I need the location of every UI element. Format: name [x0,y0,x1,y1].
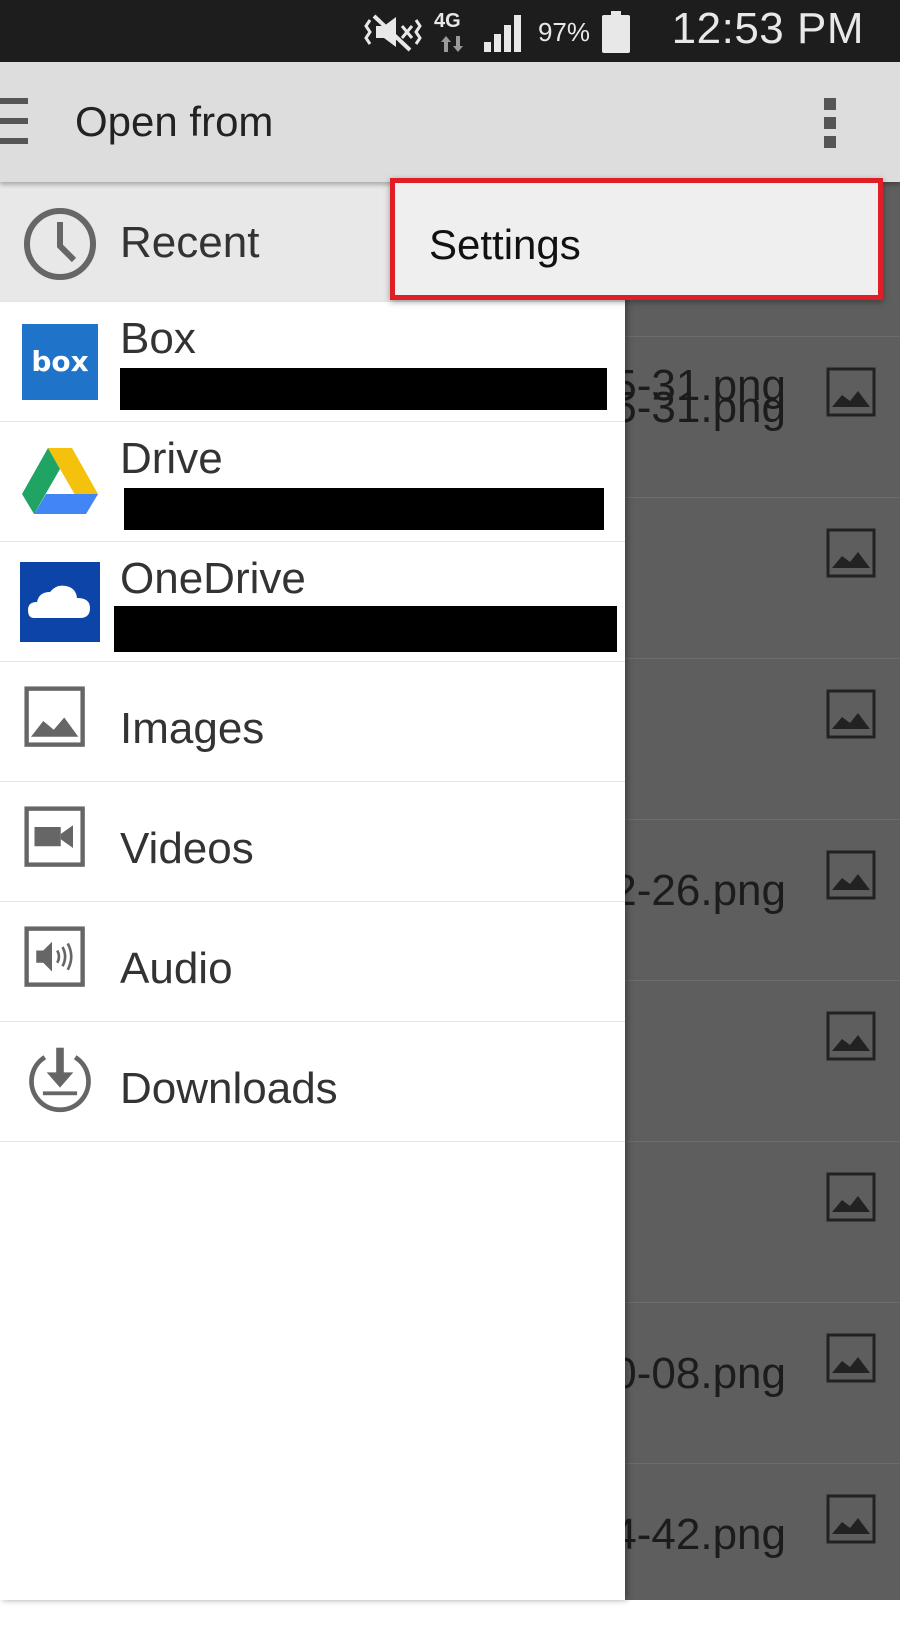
overflow-menu-icon[interactable] [820,98,840,150]
audio-icon [24,926,85,987]
clock: 12:53 PM [671,4,864,53]
file-name: 4-42.png [612,1510,786,1559]
redacted-account [114,606,617,652]
file-name: 5-31.png [612,383,786,432]
battery-icon [602,11,630,53]
navigation-drawer: Recent box Box Drive OneDrive Images Vid… [0,182,625,1600]
menu-item-label: Settings [429,221,581,268]
image-file-icon [826,1333,876,1383]
image-file-icon [826,1172,876,1222]
drawer-item-label: Images [120,704,265,753]
hamburger-menu-icon[interactable] [0,98,28,146]
image-icon [24,686,85,747]
drawer-item-images[interactable]: Images [0,662,625,782]
download-icon [29,1047,91,1113]
box-logo-icon: box [22,324,98,400]
file-name: 0-08.png [612,1349,786,1398]
drawer-item-downloads[interactable]: Downloads [0,1022,625,1142]
data-arrows-icon [440,36,463,52]
drawer-item-drive[interactable]: Drive [0,422,625,542]
drawer-item-label: OneDrive [120,554,306,603]
image-file-icon [826,528,876,578]
menu-item-settings[interactable]: Settings [395,183,878,295]
network-type-indicator: 4G [434,10,470,54]
signal-strength-icon [483,15,521,52]
vibrate-mute-icon [364,14,422,52]
svg-text:box: box [31,345,88,378]
drawer-item-label: Audio [120,944,233,993]
drawer-item-label: Videos [120,824,254,873]
drawer-item-label: Box [120,314,196,363]
drawer-item-label: Recent [120,218,260,267]
clock-icon [24,208,96,280]
drawer-item-box[interactable]: box Box [0,302,625,422]
google-drive-logo-icon [22,448,98,514]
drawer-item-label: Drive [120,434,223,483]
drawer-item-label: Downloads [120,1064,338,1113]
image-file-icon [826,850,876,900]
drawer-item-videos[interactable]: Videos [0,782,625,902]
battery-percentage: 97% [537,16,590,47]
drawer-item-onedrive[interactable]: OneDrive [0,542,625,662]
overflow-popup-menu: Settings [390,178,883,300]
redacted-account [120,368,607,410]
image-file-icon [826,1011,876,1061]
action-bar: Open from [0,62,900,182]
status-bar: 4G 97% 12:53 PM [0,0,900,62]
onedrive-logo-icon [20,562,100,642]
image-file-icon [826,689,876,739]
drawer-item-audio[interactable]: Audio [0,902,625,1022]
video-icon [24,806,85,867]
page-title: Open from [75,98,274,145]
file-name: 2-26.png [612,866,786,915]
redacted-account [124,488,604,530]
image-file-icon [826,1494,876,1544]
image-file-icon [826,367,876,417]
